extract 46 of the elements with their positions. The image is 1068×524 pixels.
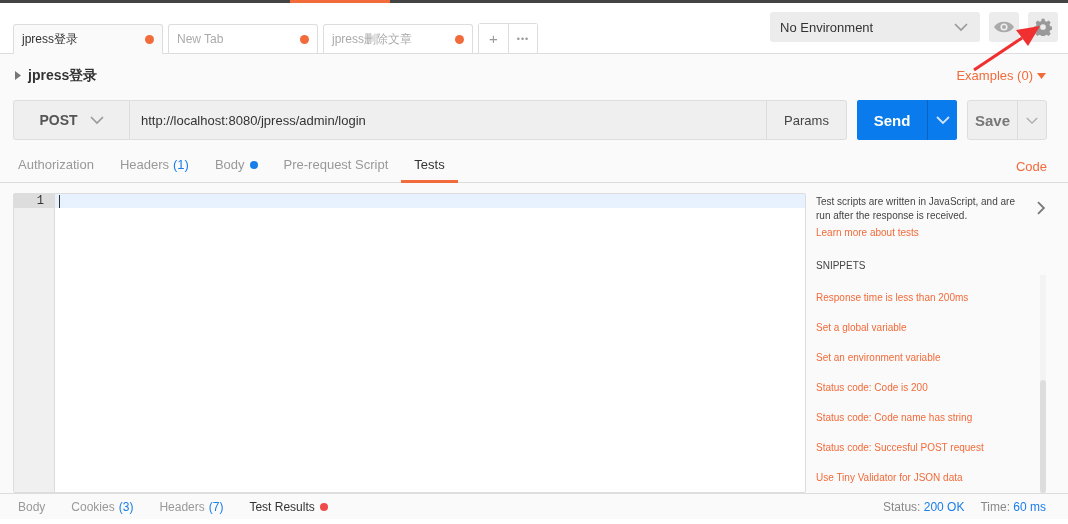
- request-section-tab[interactable]: Pre-request Script: [270, 149, 402, 183]
- code-link[interactable]: Code: [1015, 159, 1047, 182]
- snippet-link[interactable]: Use Tiny Validator for JSON data: [816, 471, 1034, 484]
- eye-icon: [993, 20, 1015, 34]
- request-tab[interactable]: New Tab: [168, 24, 318, 53]
- chevron-down-icon: [1026, 116, 1038, 125]
- request-section-tab[interactable]: Headers (1): [106, 149, 202, 183]
- examples-dropdown[interactable]: Examples (0): [956, 68, 1046, 83]
- request-section-tab[interactable]: Authorization: [5, 149, 107, 183]
- snippet-link[interactable]: Set a global variable: [816, 321, 1034, 334]
- snippets-heading: SNIPPETS: [816, 260, 867, 271]
- request-tab[interactable]: jpress删除文章: [323, 24, 473, 53]
- annotation-arrow: [972, 26, 1042, 72]
- chevron-down-icon: [935, 115, 950, 125]
- request-name: jpress登录: [28, 66, 98, 85]
- response-tab[interactable]: Test Results: [236, 499, 341, 514]
- status-text: Status: 200 OK: [883, 499, 965, 514]
- request-tab[interactable]: jpress登录: [13, 24, 163, 54]
- chevron-right-icon[interactable]: [1037, 201, 1046, 215]
- snippet-link[interactable]: Set an environment variable: [816, 351, 1034, 364]
- eye-button[interactable]: [989, 12, 1019, 42]
- snippet-link[interactable]: Response time is less than 200ms: [816, 291, 1034, 304]
- time-text: Time: 60 ms: [980, 499, 1046, 514]
- params-button[interactable]: Params: [767, 100, 847, 140]
- snippet-link[interactable]: Status code: Code name has string: [816, 411, 1034, 424]
- snippet-link[interactable]: Status code: Succesful POST request: [816, 441, 1034, 454]
- learn-more-link[interactable]: Learn more about tests: [816, 227, 1046, 238]
- more-button[interactable]: •••: [508, 24, 537, 53]
- method-dropdown[interactable]: POST: [13, 100, 130, 140]
- settings-icon: [1034, 18, 1052, 36]
- request-section-tab[interactable]: Tests: [401, 149, 458, 183]
- caret-right-icon[interactable]: [15, 71, 21, 80]
- url-field[interactable]: http://localhost:8080/jpress/admin/login: [130, 100, 767, 140]
- send-options-button[interactable]: [927, 100, 957, 140]
- snippet-link[interactable]: Status code: Code is 200: [816, 381, 1034, 394]
- description-text: Test scripts are written in JavaScript, and are run after the response is received.: [816, 195, 1016, 223]
- code-editor[interactable]: 1: [13, 193, 806, 493]
- line-number: 1: [14, 194, 54, 208]
- request-section-tab[interactable]: Body: [201, 149, 271, 183]
- environment-dropdown[interactable]: No Environment: [770, 12, 980, 42]
- caret-down-icon: [1037, 72, 1046, 79]
- response-tab[interactable]: Headers (7): [146, 499, 237, 514]
- response-tab[interactable]: Body: [5, 499, 59, 514]
- chevron-down-icon: [89, 115, 104, 125]
- chevron-down-icon: [954, 22, 968, 32]
- response-tab[interactable]: Cookies (3): [58, 499, 147, 514]
